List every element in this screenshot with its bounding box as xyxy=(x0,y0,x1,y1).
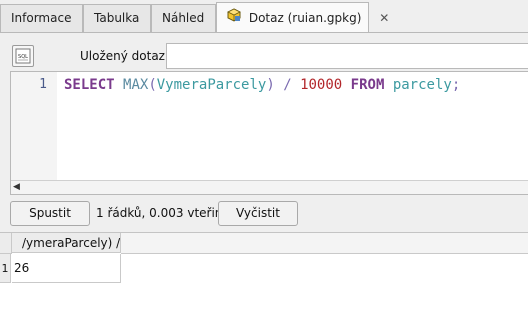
tab-tabulka[interactable]: Tabulka xyxy=(83,4,151,32)
tab-label: Tabulka xyxy=(94,11,140,25)
table-cell[interactable]: 26 xyxy=(12,254,121,283)
svg-text:SQL: SQL xyxy=(18,54,28,60)
header-filler xyxy=(121,233,528,254)
keyword-select: SELECT xyxy=(64,77,115,93)
row-number[interactable]: 1 xyxy=(0,254,11,283)
number-literal: 10000 xyxy=(300,77,343,93)
sql-icon: SQL xyxy=(13,48,33,69)
tab-dotaz[interactable]: Dotaz (ruian.gpkg) ✕ xyxy=(216,2,389,34)
function-max: MAX xyxy=(123,77,149,93)
query-icon xyxy=(227,3,241,34)
column-name: VymeraParcely xyxy=(156,77,267,93)
tab-divider xyxy=(0,32,528,33)
saved-query-select[interactable] xyxy=(166,43,528,69)
semicolon: ; xyxy=(451,77,461,93)
sql-button[interactable]: SQL xyxy=(12,45,34,67)
editor-gutter: 1 xyxy=(11,72,57,180)
tab-nahled[interactable]: Náhled xyxy=(151,4,216,32)
tab-informace[interactable]: Informace xyxy=(0,4,83,32)
operator-divide: / xyxy=(283,77,292,93)
sql-code: SELECT MAX(VymeraParcely) / 10000 FROM p… xyxy=(64,76,460,94)
tab-bar: Informace Tabulka Náhled Dotaz (ruian.gp… xyxy=(0,0,528,33)
table-name: parcely xyxy=(392,77,452,93)
paren-close: ) xyxy=(266,77,275,93)
keyword-from: FROM xyxy=(350,77,385,93)
tab-label: Dotaz (ruian.gpkg) xyxy=(248,11,362,25)
horizontal-scrollbar[interactable]: ◀ xyxy=(11,180,528,194)
clear-button[interactable]: Vyčistit xyxy=(218,201,298,226)
sql-editor[interactable]: 1 SELECT MAX(VymeraParcely) / 10000 FROM… xyxy=(10,71,528,195)
scroll-left-icon[interactable]: ◀ xyxy=(13,182,20,192)
tab-label: Informace xyxy=(11,11,72,25)
table-corner[interactable] xyxy=(0,233,12,254)
result-info: 1 řádků, 0.003 vteřin xyxy=(96,206,223,220)
close-icon[interactable]: ✕ xyxy=(379,11,389,25)
line-number: 1 xyxy=(39,77,47,92)
paren-open: ( xyxy=(148,77,157,93)
results-table: /ymeraParcely) / 1 26 xyxy=(0,232,528,324)
tab-label: Náhled xyxy=(162,11,205,25)
column-header[interactable]: /ymeraParcely) / xyxy=(12,233,121,253)
run-button[interactable]: Spustit xyxy=(10,201,90,226)
saved-query-label: Uložený dotaz xyxy=(80,49,165,63)
